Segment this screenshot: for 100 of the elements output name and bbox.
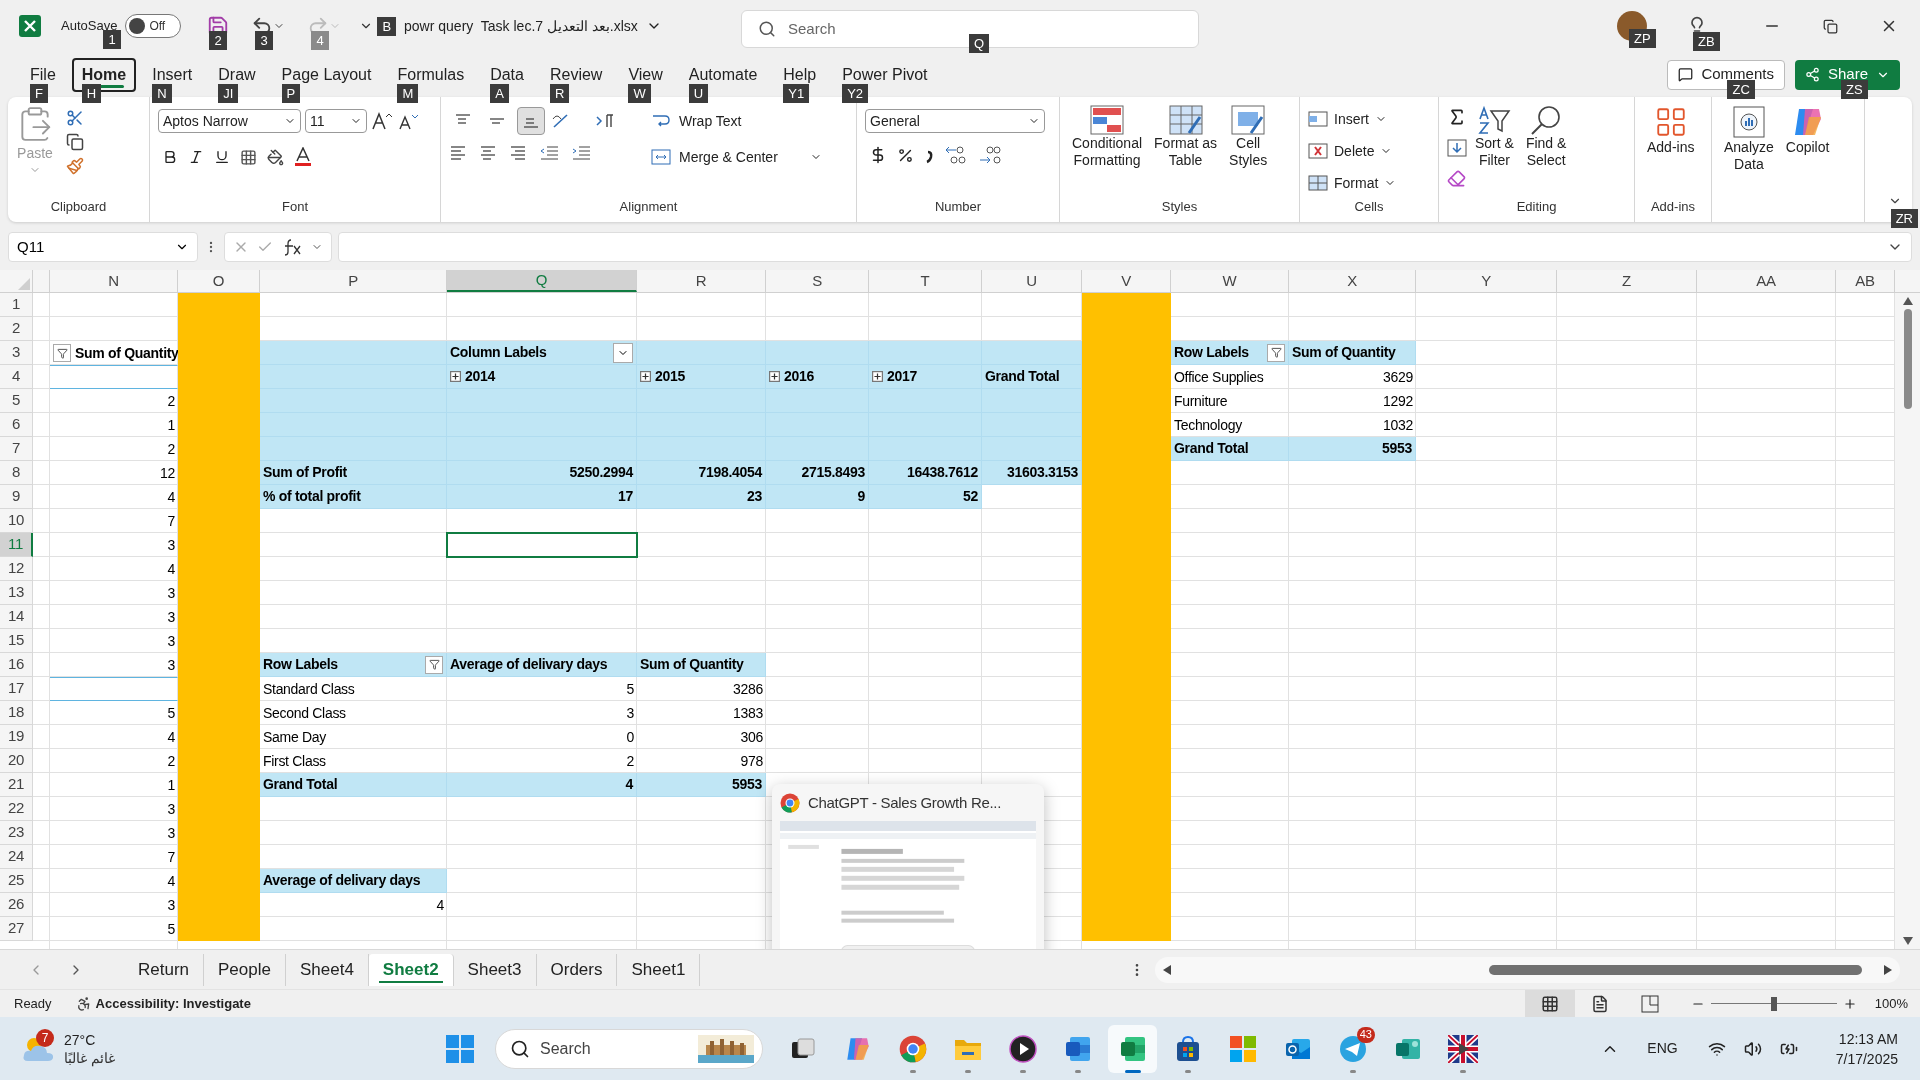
keytip-tooltip: JI bbox=[218, 83, 239, 103]
table-cell-text: 5 bbox=[166, 919, 176, 939]
cell-text: 2016 bbox=[784, 367, 814, 386]
table-cell-text: 4 bbox=[166, 487, 176, 507]
group-label: Editing bbox=[1516, 197, 1557, 216]
zoom-level: 100% bbox=[1874, 994, 1908, 1013]
keytip-tooltip: N bbox=[152, 83, 172, 103]
keytip-tooltip: 1 bbox=[103, 30, 121, 49]
table-cell: 31603.3153 bbox=[982, 461, 1082, 485]
table-cell-text: Furniture bbox=[1173, 391, 1229, 411]
cell-text: 2017 bbox=[887, 367, 917, 386]
keytip-tooltip: H bbox=[81, 83, 102, 103]
group-label: Styles bbox=[1161, 197, 1198, 216]
table-cell: Sum of Profit bbox=[260, 461, 447, 485]
table-cell-text: 3 bbox=[166, 655, 176, 675]
keytip-tooltip: Q bbox=[969, 34, 990, 53]
cell-text: Row Labels bbox=[1174, 343, 1249, 362]
table-cell-text: 3 bbox=[625, 703, 635, 723]
table-cell-text: Office Supplies bbox=[1173, 367, 1265, 387]
group-label: Font bbox=[282, 197, 308, 216]
table-cell-text: 3 bbox=[166, 799, 176, 819]
table-cell-text: 5 bbox=[166, 703, 176, 723]
table-cell-text: 3 bbox=[166, 583, 176, 603]
table-cell-text: Second Class bbox=[262, 703, 347, 723]
table-cell-text: 3 bbox=[166, 631, 176, 651]
table-cell-text: Same Day bbox=[262, 727, 327, 747]
table-cell: 9 bbox=[766, 485, 869, 509]
keytip-tooltip: 4 bbox=[311, 31, 329, 50]
table-cell-text: 1032 bbox=[1382, 415, 1414, 435]
keytip-tooltip: M bbox=[397, 83, 419, 103]
notification-badge: 43 bbox=[1356, 1026, 1375, 1043]
table-cell-text: 4 bbox=[166, 871, 176, 891]
table-cell-text: 978 bbox=[739, 751, 764, 771]
table-cell-text: Standard Class bbox=[262, 679, 356, 699]
keytip-tooltip: B bbox=[377, 16, 397, 36]
table-cell-text: 1292 bbox=[1382, 391, 1414, 411]
keytip-tooltip: ZB bbox=[1693, 32, 1720, 51]
table-cell: Sum of Quantity bbox=[1289, 341, 1416, 365]
keytip-tooltip: U bbox=[688, 83, 709, 103]
table-cell-text: 7 bbox=[166, 511, 176, 531]
table-cell: Grand Total bbox=[982, 365, 1082, 389]
group-label: Cells bbox=[1354, 198, 1384, 216]
table-cell-text: 3629 bbox=[1382, 367, 1414, 387]
table-cell: Average of delivary days bbox=[260, 869, 447, 893]
table-cell-text: 3 bbox=[166, 895, 176, 915]
table-cell-text: 1 bbox=[166, 415, 176, 435]
table-cell: 5250.2994 bbox=[447, 461, 637, 485]
table-cell: 17 bbox=[447, 485, 637, 509]
table-cell-text: 2 bbox=[166, 391, 176, 411]
table-cell-text: Technology bbox=[1173, 415, 1243, 435]
keytip-tooltip: 2 bbox=[209, 31, 227, 50]
table-cell: 5953 bbox=[1289, 437, 1416, 461]
table-cell-text: 2 bbox=[166, 439, 176, 459]
table-cell-text: 2 bbox=[625, 751, 635, 771]
keytip-tooltip: W bbox=[628, 83, 651, 103]
notification-badge: 7 bbox=[36, 1028, 54, 1047]
group-label: Add-ins bbox=[1650, 197, 1696, 216]
table-cell: 2715.8493 bbox=[766, 461, 869, 485]
keytip-tooltip: ZP bbox=[1629, 29, 1656, 48]
table-cell-text: 3 bbox=[166, 823, 176, 843]
table-cell-text: 306 bbox=[739, 727, 764, 747]
table-cell-text: 3 bbox=[166, 535, 176, 555]
table-cell-text: 2 bbox=[166, 751, 176, 771]
table-cell: Grand Total bbox=[260, 773, 447, 797]
table-cell: 4 bbox=[447, 773, 637, 797]
table-cell-text: First Class bbox=[262, 751, 327, 771]
keytip-tooltip: ZR bbox=[1890, 209, 1918, 228]
keytip-tooltip: Y2 bbox=[842, 83, 869, 103]
keytip-tooltip: A bbox=[490, 83, 509, 103]
table-cell-text: 4 bbox=[166, 559, 176, 579]
table-cell-text: 3 bbox=[166, 607, 176, 627]
keytip-tooltip: Y1 bbox=[783, 83, 810, 103]
table-cell: Sum of Quantity bbox=[637, 653, 766, 677]
table-cell: 52 bbox=[869, 485, 982, 509]
table-cell-text: 1383 bbox=[732, 703, 764, 723]
table-cell: 5953 bbox=[637, 773, 766, 797]
table-cell-text: 3286 bbox=[732, 679, 764, 699]
group-label: Number bbox=[934, 197, 982, 216]
table-cell: Grand Total bbox=[1171, 437, 1289, 461]
group-label: Clipboard bbox=[50, 197, 107, 216]
table-cell-text: 4 bbox=[435, 895, 445, 915]
table-cell: Average of delivary days bbox=[447, 653, 637, 677]
table-cell: 16438.7612 bbox=[869, 461, 982, 485]
cell-text: Sum of Quantity bbox=[75, 343, 179, 363]
keytip-tooltip: F bbox=[30, 83, 48, 103]
keytip-tooltip: R bbox=[549, 83, 570, 103]
table-cell: 23 bbox=[637, 485, 766, 509]
table-cell: 7198.4054 bbox=[637, 461, 766, 485]
status-text: Ready bbox=[14, 994, 52, 1013]
group-label: Alignment bbox=[619, 197, 678, 216]
cell-text: Column Labels bbox=[450, 343, 547, 362]
table-cell-text: 5 bbox=[625, 679, 635, 699]
table-cell-text: 12 bbox=[159, 463, 176, 483]
cell-text: 2015 bbox=[655, 367, 685, 386]
table-cell-text: 7 bbox=[166, 847, 176, 867]
keytip-tooltip: 3 bbox=[255, 31, 273, 50]
cell-text: Row Labels bbox=[263, 655, 338, 674]
keytip-tooltip: P bbox=[281, 83, 301, 103]
table-cell-text: 1 bbox=[166, 775, 176, 795]
table-cell: % of total profit bbox=[260, 485, 447, 509]
